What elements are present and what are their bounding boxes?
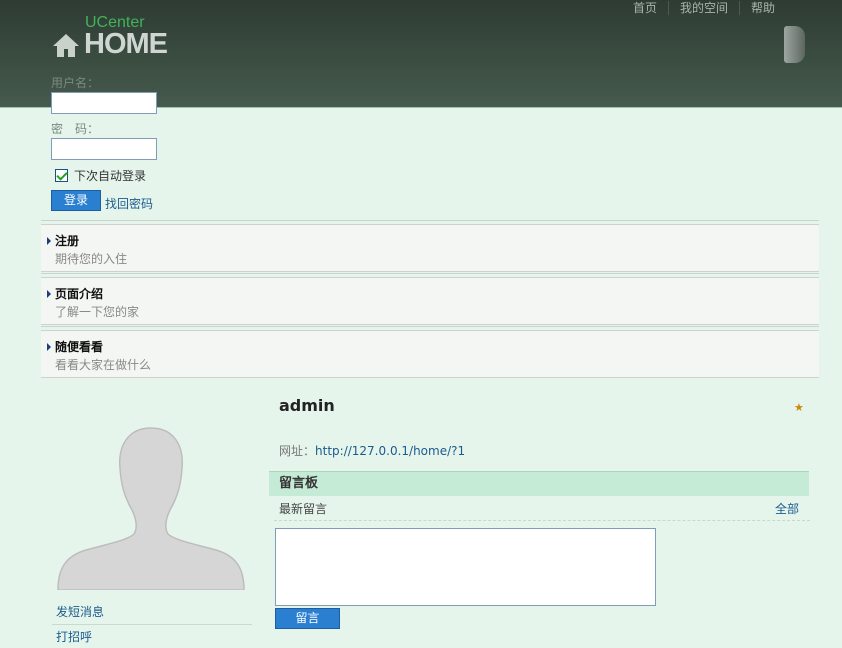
triangle-right-icon: [47, 343, 51, 351]
profile-url-row: 网址：http://127.0.0.1/home/?1: [279, 442, 465, 459]
send-message-link[interactable]: 发短消息: [52, 600, 252, 625]
profile-url-link[interactable]: http://127.0.0.1/home/?1: [315, 444, 465, 458]
profile-username: admin: [279, 396, 335, 415]
remember-me-checkbox[interactable]: [55, 169, 68, 182]
login-actions: 登录 找回密码: [51, 190, 211, 211]
star-icon: ★: [794, 401, 804, 414]
panel-toggle-handle[interactable]: [784, 26, 805, 63]
username-label: 用户名：: [51, 76, 100, 90]
top-nav: 首页 我的空间 帮助: [622, 1, 786, 15]
register-box[interactable]: 注册 期待您的入住: [41, 220, 819, 272]
view-all-link[interactable]: 全部: [775, 500, 799, 517]
divider: [274, 520, 810, 521]
triangle-right-icon: [47, 290, 51, 298]
login-button[interactable]: 登录: [51, 190, 101, 211]
logo-home-text: HOME: [84, 28, 168, 60]
post-message-button[interactable]: 留言: [275, 608, 340, 629]
forgot-password-link[interactable]: 找回密码: [105, 197, 153, 211]
page-intro-desc: 了解一下您的家: [55, 305, 140, 319]
username-input[interactable]: [51, 92, 157, 114]
latest-messages-label: 最新留言: [279, 502, 328, 516]
default-avatar-image: [57, 427, 245, 590]
remember-me-row[interactable]: 下次自动登录: [55, 167, 211, 184]
remember-me-label: 下次自动登录: [74, 169, 147, 183]
browse-desc: 看看大家在做什么: [55, 358, 152, 372]
login-form: 用户名： 密 码： 下次自动登录 登录 找回密码: [51, 75, 211, 211]
message-textarea[interactable]: [275, 528, 656, 606]
ucenter-home-logo[interactable]: UCenter HOME: [52, 14, 182, 62]
greet-link[interactable]: 打招呼: [52, 625, 252, 648]
nav-home-link[interactable]: 首页: [622, 1, 668, 15]
profile-actions: 发短消息 打招呼: [52, 600, 252, 648]
triangle-right-icon: [47, 237, 51, 245]
nav-help-link[interactable]: 帮助: [738, 1, 786, 15]
page-intro-box[interactable]: 页面介绍 了解一下您的家: [41, 273, 819, 325]
password-label: 密 码：: [51, 122, 100, 136]
nav-my-space-link[interactable]: 我的空间: [667, 1, 739, 15]
register-title[interactable]: 注册: [55, 232, 79, 249]
browse-box[interactable]: 随便看看 看看大家在做什么: [41, 326, 819, 378]
house-icon: [53, 34, 79, 57]
url-label: 网址：: [279, 444, 316, 458]
message-board-title: 留言板: [269, 471, 809, 496]
browse-title[interactable]: 随便看看: [55, 338, 103, 355]
page-intro-title[interactable]: 页面介绍: [55, 285, 103, 302]
password-input[interactable]: [51, 138, 157, 160]
register-desc: 期待您的入住: [55, 252, 128, 266]
